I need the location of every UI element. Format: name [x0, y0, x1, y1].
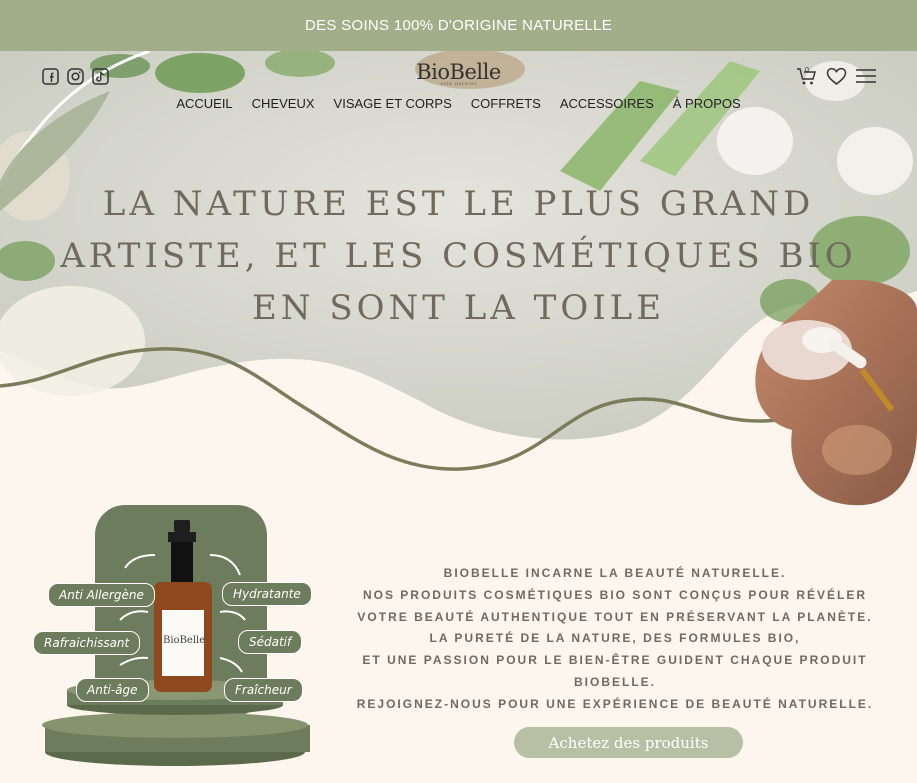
nav-item-coffrets[interactable]: COFFRETS	[471, 96, 541, 111]
header-actions: 0	[796, 66, 877, 86]
nav-item-a-propos[interactable]: À PROPOS	[673, 96, 741, 111]
about-line: ET UNE PASSION POUR LE BIEN-ÊTRE GUIDENT…	[362, 653, 868, 668]
shop-products-button[interactable]: Achetez des produits	[514, 727, 743, 758]
dropper-photo	[755, 280, 917, 506]
benefit-badge: Sédatif	[238, 630, 303, 654]
announcement-bar: DES SOINS 100% D'ORIGINE NATURELLE	[0, 0, 917, 51]
heart-icon[interactable]	[826, 67, 847, 86]
menu-icon[interactable]	[855, 68, 877, 84]
nav-item-visage-et-corps[interactable]: VISAGE ET CORPS	[334, 96, 452, 111]
cart-icon[interactable]: 0	[796, 66, 818, 86]
product-label: BioBelle	[163, 635, 206, 646]
about-line: LA PURETÉ DE LA NATURE, DES FORMULES BIO…	[429, 631, 801, 646]
logo[interactable]: BioBelle soin naturel	[0, 60, 917, 87]
about-line: BIOBELLE INCARNE LA BEAUTÉ NATURELLE.	[443, 566, 787, 580]
main-nav: ACCUEIL CHEVEUX VISAGE ET CORPS COFFRETS…	[0, 96, 917, 111]
about-line: VOTRE BEAUTÉ AUTHENTIQUE TOUT EN PRÉSERV…	[357, 609, 873, 624]
logo-tagline: soin naturel	[440, 81, 477, 87]
benefit-badge: Anti Allergène	[48, 583, 155, 607]
about-line: REJOIGNEZ-NOUS POUR UNE EXPÉRIENCE DE BE…	[356, 696, 874, 711]
nav-item-cheveux[interactable]: CHEVEUX	[252, 96, 315, 111]
announcement-text: DES SOINS 100% D'ORIGINE NATURELLE	[304, 17, 613, 34]
benefit-badge: Anti-âge	[76, 678, 149, 702]
nav-item-accueil[interactable]: ACCUEIL	[176, 96, 232, 111]
about-line: NOS PRODUITS COSMÉTIQUES BIO SONT CONÇUS…	[362, 587, 868, 602]
nav-item-accessoires[interactable]: ACCESSOIRES	[560, 96, 654, 111]
product-showcase: BioBelle Anti Allergène Hydratante Rafra…	[30, 500, 330, 770]
hero-headline-line: ARTISTE, ET LES COSMÉTIQUES BIO	[60, 236, 857, 276]
about-text: BIOBELLE INCARNE LA BEAUTÉ NATURELLE. NO…	[335, 563, 895, 716]
about-line: BIOBELLE.	[573, 674, 656, 689]
hero-headline-line: LA NATURE EST LE PLUS GRAND	[102, 184, 815, 224]
cart-count: 0	[805, 67, 809, 74]
benefit-badge: Hydratante	[222, 582, 312, 606]
benefit-badge: Fraîcheur	[224, 678, 303, 702]
benefit-badge: Rafraichissant	[33, 631, 141, 655]
